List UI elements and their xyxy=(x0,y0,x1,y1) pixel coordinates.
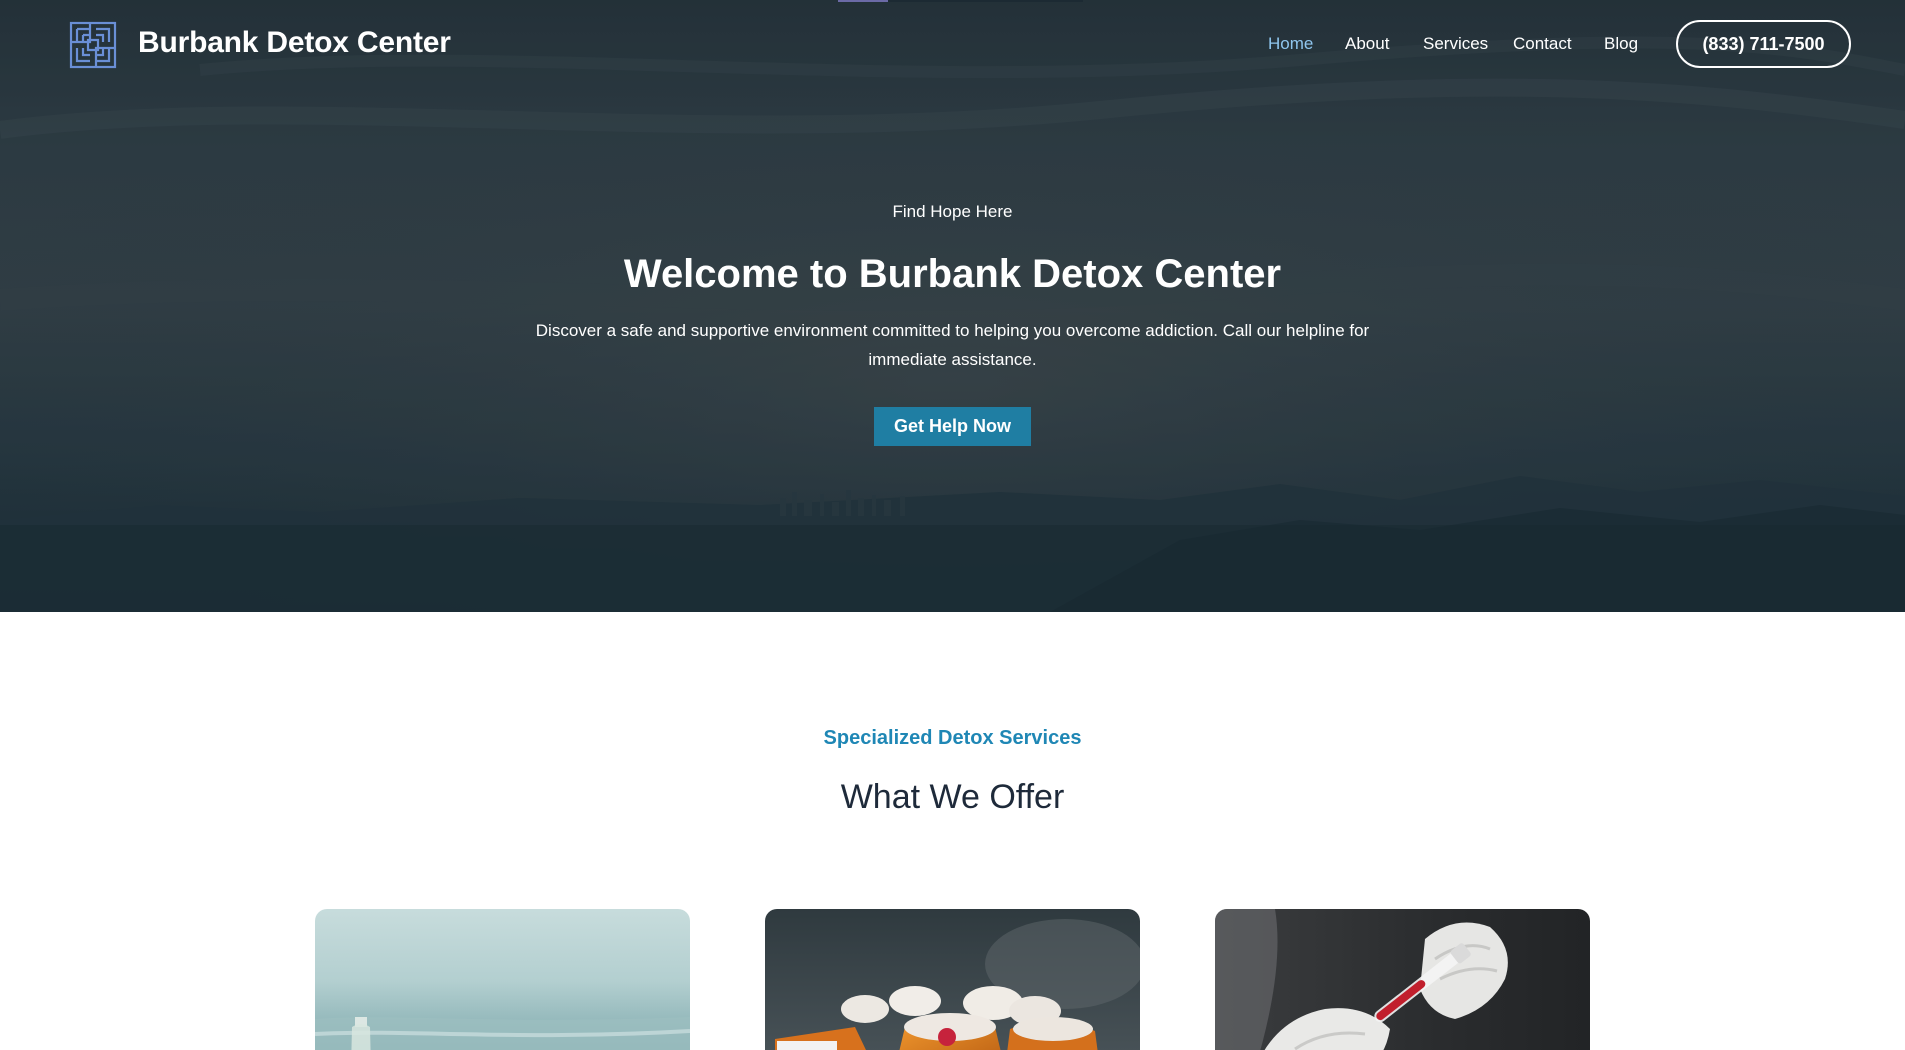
seaside-bottle-image xyxy=(315,909,690,1050)
service-card-3[interactable] xyxy=(1215,909,1590,1050)
nav-about[interactable]: About xyxy=(1345,34,1389,54)
maze-logo-icon[interactable] xyxy=(68,20,118,70)
offer-title: What We Offer xyxy=(840,778,1065,816)
nav-blog[interactable]: Blog xyxy=(1604,34,1638,54)
get-help-button[interactable]: Get Help Now xyxy=(874,407,1031,446)
hero-overlay xyxy=(0,0,1905,612)
top-accent-bar xyxy=(838,0,1083,2)
pill-bottles-image xyxy=(765,909,1140,1050)
phone-button[interactable]: (833) 711-7500 xyxy=(1676,20,1851,68)
site-title[interactable]: Burbank Detox Center xyxy=(138,26,451,60)
service-card-1[interactable] xyxy=(315,909,690,1050)
hero-title: Welcome to Burbank Detox Center xyxy=(623,252,1282,296)
hero-section: Burbank Detox Center Home About Services… xyxy=(0,0,1905,612)
offer-eyebrow: Specialized Detox Services xyxy=(823,727,1082,749)
nav-services[interactable]: Services xyxy=(1423,34,1488,54)
lab-test-tube-image xyxy=(1215,909,1590,1050)
hero-description: Discover a safe and supportive environme… xyxy=(535,321,1370,369)
hero-eyebrow: Find Hope Here xyxy=(892,202,1013,221)
service-card-2[interactable] xyxy=(765,909,1140,1050)
nav-contact[interactable]: Contact xyxy=(1513,34,1572,54)
nav-home[interactable]: Home xyxy=(1268,34,1313,54)
